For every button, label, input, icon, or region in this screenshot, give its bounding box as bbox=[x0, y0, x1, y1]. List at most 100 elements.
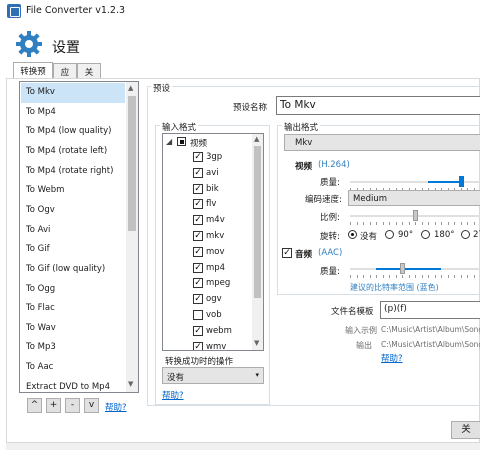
encoding-speed-select[interactable]: Medium bbox=[348, 190, 480, 206]
preset-list-item[interactable]: To Ogv bbox=[21, 201, 125, 221]
rotate-90-radio[interactable] bbox=[385, 230, 394, 239]
audio-checkbox[interactable] bbox=[282, 248, 292, 258]
filename-help-link[interactable]: 帮助? bbox=[381, 352, 403, 364]
chevron-down-icon: ▾ bbox=[255, 371, 259, 379]
preset-list-item[interactable]: To Ogg bbox=[21, 280, 125, 300]
input-example-value: C:\Music\Artist\Album\Song.w bbox=[381, 325, 480, 334]
preset-list-item[interactable]: To Webm bbox=[21, 181, 125, 201]
audio-codec: (AAC) bbox=[318, 248, 343, 258]
format-checkbox[interactable] bbox=[193, 294, 203, 305]
preset-list-item[interactable]: To Avi bbox=[21, 221, 125, 241]
preset-list-item[interactable]: To Flac bbox=[21, 299, 125, 319]
add-preset-button[interactable]: + bbox=[46, 398, 61, 413]
slider-thumb[interactable] bbox=[413, 210, 418, 221]
preset-list-item[interactable]: To Wav bbox=[21, 319, 125, 339]
move-down-button[interactable]: v bbox=[84, 398, 99, 413]
format-checkbox[interactable] bbox=[193, 231, 203, 241]
scroll-thumb[interactable] bbox=[254, 146, 261, 298]
filename-template-label: 文件名模板 bbox=[331, 307, 374, 317]
preset-list-item[interactable]: To Mp4 (rotate right) bbox=[21, 162, 125, 182]
format-label: vob bbox=[206, 310, 222, 320]
preset-list-item[interactable]: Extract DVD to Mp4 bbox=[21, 378, 125, 392]
format-checkbox[interactable] bbox=[193, 325, 203, 336]
audio-quality-slider[interactable] bbox=[350, 262, 480, 276]
slider-tick bbox=[447, 275, 449, 278]
root-checkbox[interactable] bbox=[177, 137, 186, 146]
video-quality-slider[interactable] bbox=[350, 175, 480, 189]
encoding-speed-label: 编码速度: bbox=[305, 195, 342, 205]
slider-tick bbox=[402, 222, 403, 225]
video-label: 视频 bbox=[295, 162, 313, 172]
format-checkbox[interactable] bbox=[193, 341, 203, 350]
preset-list-item[interactable]: To Gif (low quality) bbox=[21, 260, 125, 280]
format-checkbox[interactable] bbox=[193, 262, 203, 273]
format-checkbox[interactable] bbox=[193, 183, 203, 194]
format-checkbox[interactable] bbox=[193, 215, 203, 226]
scale-ticks bbox=[350, 222, 480, 225]
format-label: avi bbox=[206, 167, 219, 178]
preset-list-item[interactable]: To Aac bbox=[21, 358, 125, 378]
output-example-value: C:\Music\Artist\Album\Song.m bbox=[381, 340, 480, 349]
rotate-180-label: 180° bbox=[434, 230, 455, 240]
remove-preset-button[interactable]: - bbox=[65, 398, 80, 413]
rotate-270-radio[interactable] bbox=[461, 230, 470, 239]
scroll-down-icon[interactable]: ▼ bbox=[128, 380, 133, 388]
format-label: webm bbox=[206, 325, 232, 336]
slider-thumb[interactable] bbox=[400, 263, 405, 274]
preset-list-item[interactable]: To Gif bbox=[21, 240, 125, 260]
format-checkbox[interactable] bbox=[193, 152, 203, 162]
preset-list[interactable]: To Mkv To Mp4 To Mp4 (low quality) To Mp4 (… bbox=[19, 81, 139, 393]
format-checkbox[interactable] bbox=[193, 246, 203, 257]
output-format-select[interactable]: Mkv bbox=[284, 134, 480, 151]
move-up-button[interactable]: ^ bbox=[27, 398, 42, 413]
rotate-none-radio[interactable] bbox=[348, 230, 357, 239]
scroll-thumb[interactable] bbox=[128, 96, 136, 231]
format-checkbox[interactable] bbox=[193, 278, 203, 289]
slider-thumb[interactable] bbox=[458, 176, 464, 187]
format-label: flv bbox=[206, 199, 217, 210]
filename-template-input[interactable]: (p)(f) bbox=[380, 301, 480, 319]
format-label: ogv bbox=[206, 294, 222, 305]
rotate-90-label: 90° bbox=[398, 230, 414, 240]
scroll-down-icon[interactable]: ▼ bbox=[254, 339, 259, 347]
format-label: 3gp bbox=[206, 152, 223, 162]
format-tree-scrollbar[interactable]: ▲ ▼ bbox=[252, 134, 263, 350]
slider-tick bbox=[415, 222, 416, 225]
preset-name-input[interactable]: To Mkv bbox=[276, 96, 480, 115]
format-tree[interactable]: ◢ 视频 3gp avi bik flv m4v mkv mov mp4 mpeg ogv vob w… bbox=[162, 133, 264, 351]
close-button[interactable]: 关 bbox=[451, 421, 480, 439]
after-action-select[interactable]: 没有 ▾ bbox=[162, 367, 264, 384]
slider-tick bbox=[460, 222, 462, 225]
slider-tick bbox=[421, 275, 423, 278]
preset-list-item[interactable]: To Mp4 (rotate left) bbox=[21, 142, 125, 162]
slider-tick bbox=[369, 222, 371, 225]
slider-tick bbox=[395, 275, 397, 278]
slider-tick bbox=[389, 222, 390, 225]
list-help-link[interactable]: 帮助? bbox=[105, 401, 127, 413]
slider-tick bbox=[382, 275, 384, 278]
tab-app[interactable]: 应用 bbox=[53, 63, 77, 90]
format-checkbox[interactable] bbox=[193, 167, 203, 178]
tab-about[interactable]: 关于 bbox=[77, 63, 101, 90]
scale-label: 比例: bbox=[320, 213, 340, 223]
format-label: wmv bbox=[206, 341, 227, 351]
preset-list-item[interactable]: To Mkv bbox=[21, 83, 125, 103]
format-checkbox[interactable] bbox=[193, 310, 203, 320]
tab-presets[interactable]: 转换预设 bbox=[13, 62, 53, 89]
preset-list-scrollbar[interactable]: ▲ ▼ bbox=[126, 82, 138, 392]
scroll-up-icon[interactable]: ▲ bbox=[128, 84, 133, 92]
preset-list-item[interactable]: To Mp4 bbox=[21, 103, 125, 123]
slider-tick bbox=[408, 222, 410, 225]
preset-list-item[interactable]: To Mp3 bbox=[21, 338, 125, 358]
scroll-up-icon[interactable]: ▲ bbox=[254, 135, 259, 143]
scale-slider[interactable] bbox=[350, 209, 480, 223]
rotate-180-radio[interactable] bbox=[421, 230, 430, 239]
tree-expand-icon[interactable]: ◢ bbox=[166, 137, 172, 146]
format-label: mov bbox=[206, 246, 225, 257]
title-bar: File Converter v1.2.3 bbox=[0, 0, 480, 22]
preset-list-item[interactable]: To Mp4 (low quality) bbox=[21, 122, 125, 142]
slider-tick bbox=[421, 222, 423, 225]
input-help-link[interactable]: 帮助? bbox=[162, 389, 184, 401]
slider-tick bbox=[376, 222, 377, 225]
format-checkbox[interactable] bbox=[193, 199, 203, 210]
